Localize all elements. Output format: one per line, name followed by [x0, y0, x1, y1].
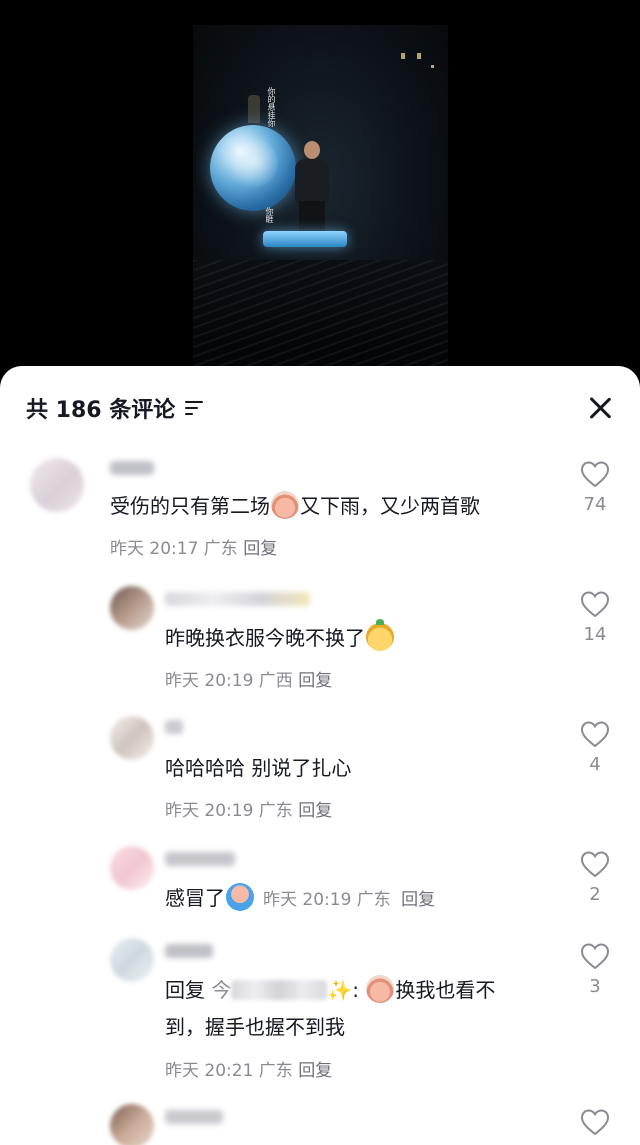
filter-icon[interactable] — [185, 401, 204, 415]
like-button[interactable]: 4 — [573, 720, 617, 775]
username-blurred[interactable] — [165, 720, 183, 734]
heart-icon — [580, 461, 610, 488]
like-button[interactable]: 14 — [573, 590, 617, 645]
reply-item: 感冒了 昨天 20:19 广东 回复 2 — [0, 844, 640, 924]
reply-item: 哈哈哈哈 别说了扎心 昨天 20:19 广东 回复 4 — [0, 714, 640, 824]
comment-text-continued: 到，握手也握不到我 — [165, 1015, 345, 1039]
comments-header: 共 186 条评论 — [0, 366, 640, 446]
comment-meta: 昨天 20:17 广东 回复 — [110, 534, 277, 559]
comment-text: 受伤的只有第二场 又下雨，又少两首歌 — [110, 488, 480, 525]
comment-time-location: 昨天 20:21 广东 — [165, 1061, 293, 1081]
stage-platform — [263, 231, 347, 247]
reply-button[interactable]: 回复 — [298, 1061, 332, 1081]
like-button[interactable]: 3 — [573, 942, 617, 997]
like-button[interactable]: 2 — [573, 850, 617, 905]
lyric-text-left: 你的悬挂你 — [267, 87, 276, 127]
crying-face-emoji — [271, 491, 299, 519]
comments-panel: 共 186 条评论 受伤的只有第二场 又下雨，又少两首歌 昨天 20:17 广东 … — [0, 366, 640, 1145]
comment-text: 哈哈哈哈 别说了扎心 — [165, 756, 352, 780]
crying-face-emoji — [366, 975, 395, 1003]
reply-item: 回复 今 ✨: 换我也看不 到，握手也握不到我 昨天 20:21 广东 回复 3 — [0, 936, 640, 1086]
avatar[interactable] — [110, 716, 154, 760]
comment-text: 回复 今 ✨: 换我也看不 — [165, 972, 495, 1009]
concert-video-frame: 你的悬挂你 你睚 — [193, 25, 448, 370]
username-blurred[interactable] — [165, 592, 310, 606]
globe-prop — [210, 125, 296, 211]
audience-area — [193, 260, 448, 370]
comment-count-title: 共 186 条评论 — [26, 392, 204, 424]
heart-icon — [580, 721, 610, 748]
username-blurred[interactable] — [165, 944, 213, 958]
reply-item — [0, 1102, 640, 1145]
reply-button[interactable]: 回复 — [243, 539, 277, 559]
heart-icon — [580, 851, 610, 878]
comment-time-location: 昨天 20:19 广东 — [263, 890, 391, 910]
comment-text: 昨晚换衣服今晚不换了 — [165, 619, 395, 657]
like-count: 74 — [583, 494, 607, 515]
comment-time-location: 昨天 20:19 广东 — [165, 801, 293, 821]
lyric-text-right: 你睚 — [265, 207, 274, 223]
singer-figure — [291, 141, 333, 233]
like-count: 3 — [589, 976, 601, 997]
like-count: 14 — [583, 624, 607, 645]
like-button[interactable]: 74 — [573, 460, 617, 515]
heart-icon — [580, 1109, 610, 1136]
heart-icon — [580, 591, 610, 618]
reply-item: 昨晚换衣服今晚不换了 昨天 20:19 广西 回复 14 — [0, 584, 640, 694]
reply-button[interactable]: 回复 — [401, 890, 435, 910]
smiling-face-emoji — [366, 619, 394, 651]
heart-icon — [580, 943, 610, 970]
comment-count-label: 共 186 条评论 — [26, 398, 176, 423]
like-count: 4 — [589, 754, 601, 775]
avatar[interactable] — [110, 938, 154, 982]
avatar[interactable] — [110, 586, 154, 630]
comment-time-location: 昨天 20:17 广东 — [110, 539, 238, 559]
reply-button[interactable]: 回复 — [298, 671, 332, 691]
close-icon[interactable] — [582, 390, 618, 426]
comment-time-location: 昨天 20:19 广西 — [165, 671, 293, 691]
reply-prefix: 回复 — [165, 978, 205, 1002]
username-blurred[interactable] — [165, 1110, 223, 1124]
sparkle-emoji: ✨ — [327, 978, 353, 1002]
avatar[interactable] — [110, 846, 154, 890]
comment-text: 感冒了 昨天 20:19 广东 回复 — [165, 880, 435, 919]
avatar[interactable] — [30, 458, 84, 512]
comment-meta: 昨天 20:19 广东 回复 — [165, 796, 332, 821]
username-blurred[interactable] — [165, 852, 235, 866]
reply-button[interactable]: 回复 — [298, 801, 332, 821]
comment-item: 受伤的只有第二场 又下雨，又少两首歌 昨天 20:17 广东 回复 74 — [0, 458, 640, 568]
comment-meta: 昨天 20:21 广东 回复 — [165, 1056, 332, 1081]
username-blurred[interactable] — [110, 461, 154, 475]
reply-to-username[interactable]: 今 ✨ — [211, 978, 352, 1002]
rain-crying-emoji — [226, 883, 254, 911]
comment-meta: 昨天 20:19 广西 回复 — [165, 666, 332, 691]
like-button[interactable] — [573, 1108, 617, 1136]
performer-figure — [248, 95, 260, 123]
video-player[interactable]: 你的悬挂你 你睚 — [0, 0, 640, 380]
avatar[interactable] — [110, 1104, 154, 1145]
like-count: 2 — [589, 884, 601, 905]
